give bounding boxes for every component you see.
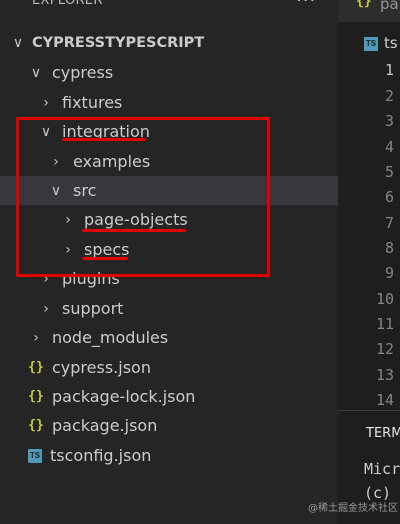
chevron-right-icon: ›: [43, 300, 49, 317]
tree-item-label: node_modules: [52, 328, 169, 347]
line-number: 11: [375, 315, 394, 333]
chevron-down-icon: ∨: [12, 34, 24, 51]
editor-panel: {} pa TS ts 1 2 3 4 5 6 7 8 9 10 11 12 1…: [338, 0, 400, 524]
line-number: 9: [384, 264, 394, 282]
json-file-icon: {}: [28, 360, 44, 375]
terminal-tab[interactable]: TERM: [366, 426, 400, 441]
breadcrumb[interactable]: TS ts: [338, 32, 400, 56]
tree-item-label: support: [62, 299, 124, 318]
tree-item-support[interactable]: › support: [0, 294, 376, 323]
chevron-down-icon: ∨: [30, 64, 42, 81]
tree-item-label: package.json: [52, 416, 158, 435]
chevron-right-icon: ›: [43, 94, 49, 111]
annotation-underline-specs: [82, 257, 128, 260]
explorer-title: EXPLORER: [32, 0, 103, 8]
typescript-file-icon: TS: [364, 37, 378, 51]
tree-item-label: cypress.json: [52, 358, 151, 377]
tree-item-root-folder[interactable]: ∨ CYPRESSTYPESCRIPT: [0, 28, 348, 57]
line-number: 10: [375, 290, 394, 308]
annotation-underline-integration: [62, 138, 146, 141]
terminal-output-line: Micr: [364, 460, 400, 478]
more-actions-icon[interactable]: ···: [296, 0, 316, 11]
tree-item-tsconfig-json[interactable]: TS tsconfig.json: [0, 441, 366, 470]
tree-item-package-json[interactable]: {} package.json: [0, 411, 366, 440]
tree-item-cypress[interactable]: ∨ cypress: [0, 58, 366, 87]
tree-item-label: fixtures: [62, 93, 123, 112]
tree-item-package-lock-json[interactable]: {} package-lock.json: [0, 382, 366, 411]
editor-tab-label: pa: [380, 0, 399, 13]
explorer-panel: EXPLORER ··· ∨ CYPRESSTYPESCRIPT ∨ cypre…: [0, 0, 386, 523]
tree-item-label: CYPRESSTYPESCRIPT: [32, 34, 205, 51]
line-number: 3: [384, 112, 394, 130]
line-number: 6: [384, 188, 394, 206]
editor-tab[interactable]: {} pa: [338, 0, 400, 22]
typescript-file-icon: TS: [28, 448, 42, 463]
chevron-right-icon: ›: [33, 329, 39, 346]
annotation-highlight-box: [16, 117, 270, 277]
line-number: 2: [384, 87, 394, 105]
line-number: 8: [384, 239, 394, 257]
explorer-header: EXPLORER ···: [0, 0, 338, 22]
tree-item-node-modules[interactable]: › node_modules: [0, 323, 366, 352]
tree-item-label: package-lock.json: [52, 387, 196, 406]
json-file-icon: {}: [28, 418, 44, 433]
tree-item-label: cypress: [52, 63, 114, 82]
line-number: 7: [384, 214, 394, 232]
breadcrumb-label: ts: [384, 34, 398, 52]
tree-item-cypress-json[interactable]: {} cypress.json: [0, 353, 366, 382]
line-number: 12: [375, 340, 394, 358]
line-number: 4: [384, 138, 394, 156]
watermark: @稀土掘金技术社区: [308, 503, 398, 514]
line-number: 14: [375, 391, 394, 409]
tree-item-fixtures[interactable]: › fixtures: [0, 88, 376, 117]
json-file-icon: {}: [356, 0, 372, 9]
json-file-icon: {}: [28, 389, 44, 404]
line-number: 13: [375, 366, 394, 384]
annotation-underline-page-objects: [82, 229, 186, 232]
line-number: 1: [384, 61, 394, 79]
line-number: 5: [384, 163, 394, 181]
tree-item-label: tsconfig.json: [50, 446, 152, 465]
